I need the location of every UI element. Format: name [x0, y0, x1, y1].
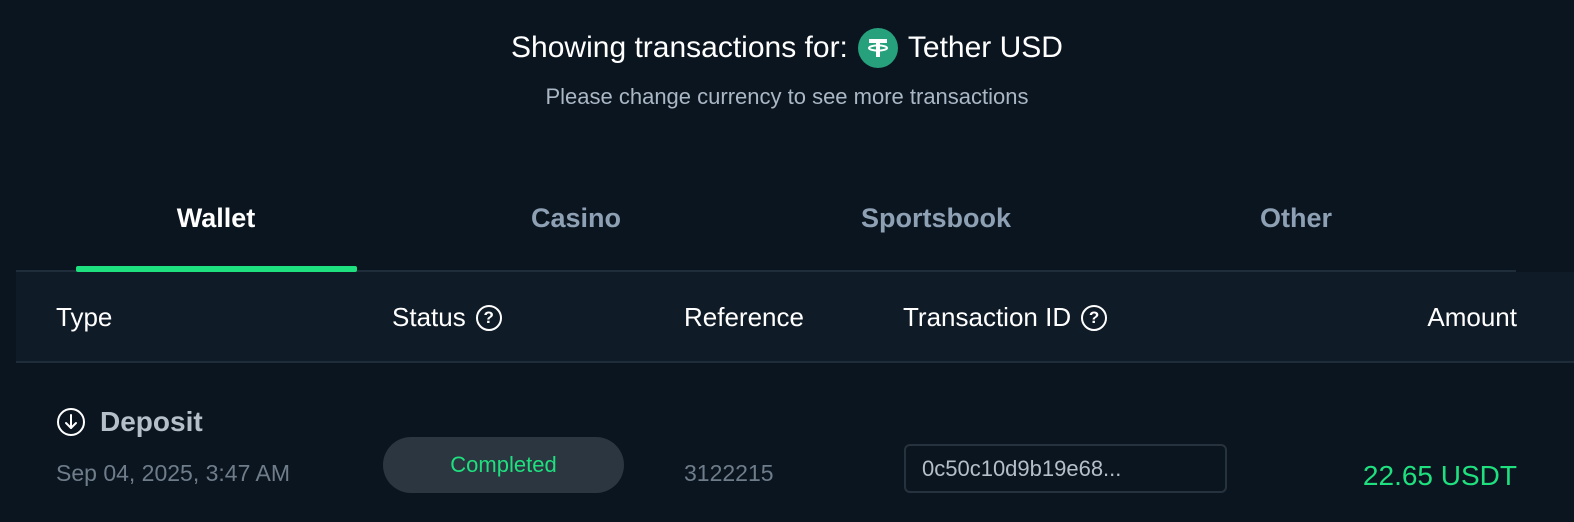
amount-value: 22.65 USDT — [1362, 460, 1517, 491]
column-header-type: Type — [56, 272, 112, 363]
tab-sportsbook[interactable]: Sportsbook — [756, 168, 1116, 268]
column-label: Type — [56, 302, 113, 332]
status-badge: Completed — [383, 437, 624, 493]
tab-label: Other — [1259, 202, 1332, 233]
column-header-transaction-id: Transaction ID ? — [903, 272, 1108, 363]
help-icon[interactable]: ? — [1081, 304, 1108, 331]
column-label: Transaction ID — [903, 302, 1072, 332]
page-header: Showing transactions for: Tether USD Ple… — [0, 26, 1574, 110]
tab-casino[interactable]: Casino — [396, 168, 756, 268]
table-header: Type Status ? Reference Transaction ID ?… — [16, 272, 1574, 363]
column-header-amount: Amount — [1427, 272, 1517, 363]
transaction-type-label: Deposit — [100, 406, 203, 437]
tab-wallet[interactable]: Wallet — [36, 168, 396, 268]
transaction-type: Deposit — [56, 406, 203, 438]
column-label: Reference — [684, 302, 804, 332]
title-row: Showing transactions for: Tether USD — [0, 26, 1574, 70]
arrow-down-circle-icon — [57, 408, 85, 436]
transaction-date: Sep 04, 2025, 3:47 AM — [56, 460, 291, 486]
table-row: Deposit Sep 04, 2025, 3:47 AM Completed … — [16, 364, 1574, 522]
subtitle: Please change currency to see more trans… — [545, 84, 1029, 109]
currency-name: Tether USD — [907, 31, 1063, 64]
help-icon[interactable]: ? — [475, 304, 502, 331]
tab-other[interactable]: Other — [1116, 168, 1476, 268]
column-label: Status — [392, 302, 466, 332]
column-label: Amount — [1427, 302, 1517, 332]
tab-label: Casino — [530, 202, 622, 233]
tether-icon — [857, 28, 898, 68]
tab-label: Sportsbook — [860, 202, 1011, 233]
title-prefix: Showing transactions for: — [511, 31, 848, 64]
tab-label: Wallet — [176, 202, 256, 233]
column-header-status: Status ? — [392, 272, 502, 363]
transaction-id-field[interactable]: 0c50c10d9b19e68... — [904, 444, 1227, 493]
reference-value: 3122215 — [684, 460, 774, 486]
transaction-tabs: Wallet Casino Sportsbook Other — [16, 168, 1516, 272]
column-header-reference: Reference — [684, 272, 804, 363]
